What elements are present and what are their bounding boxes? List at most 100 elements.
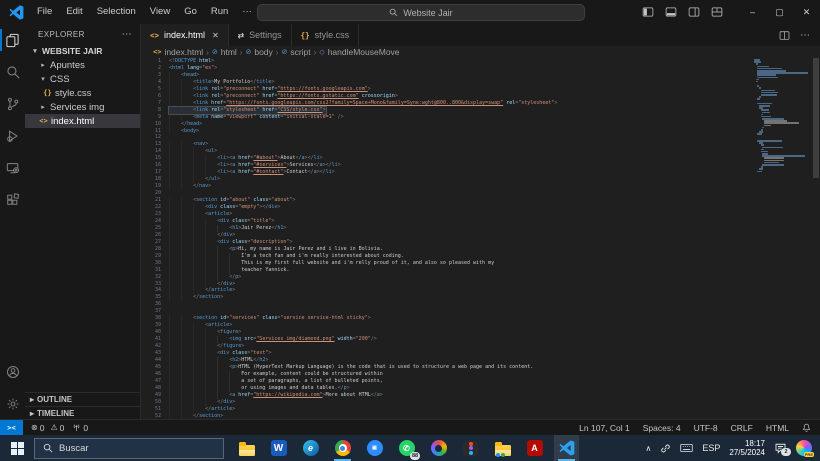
code-line[interactable]: 41<img src="Services img/diamond.png" wi… — [141, 336, 820, 343]
tree-root-website-jair[interactable]: ▾ WEBSITE JAIR — [25, 44, 140, 58]
code-line[interactable]: 12 — [141, 134, 820, 141]
code-line[interactable]: 40<figure> — [141, 329, 820, 336]
tree-item-style-css[interactable]: {} style.css — [25, 86, 140, 100]
minimize-button[interactable]: – — [739, 0, 766, 24]
code-line[interactable]: 29I'm a tech fan and i'm really interest… — [141, 253, 820, 260]
split-editor-icon[interactable] — [779, 30, 790, 41]
code-line[interactable]: 44<h2>HTML</h2> — [141, 357, 820, 364]
code-line[interactable]: 30This is my first full website and i'm … — [141, 260, 820, 267]
timeline-panel-header[interactable]: ▸ TIMELINE — [25, 406, 140, 420]
tab-style-css[interactable]: {} style.css — [292, 24, 360, 46]
tab-settings[interactable]: ⇄ Settings — [229, 24, 292, 46]
toggle-secondary-sidebar-icon[interactable] — [688, 6, 700, 18]
code-line[interactable]: 9<meta name="viewport" content="initial-… — [141, 114, 820, 121]
search-sidebar-icon[interactable] — [0, 56, 25, 88]
code-line[interactable]: 3<head> — [141, 72, 820, 79]
copilot-icon[interactable]: PRE — [796, 440, 812, 456]
tree-item-css[interactable]: ▾ CSS — [25, 72, 140, 86]
menu-view[interactable]: View — [143, 3, 177, 21]
vscode-taskbar-icon[interactable] — [554, 435, 579, 461]
code-line[interactable]: 5<link rel="preconnect" href="https://fo… — [141, 86, 820, 93]
code-line[interactable]: 8<link rel="stylesheet" href="CSS/style.… — [141, 107, 820, 114]
cursor-position[interactable]: Ln 107, Col 1 — [579, 423, 630, 433]
code-line[interactable]: 50</div> — [141, 399, 820, 406]
taskbar-search[interactable]: Buscar — [34, 438, 224, 459]
accounts-icon[interactable] — [0, 356, 25, 388]
code-line[interactable]: 45<p>HTML (HyperText Markup Language) is… — [141, 364, 820, 371]
command-center-search[interactable]: Website Jair — [257, 4, 585, 21]
close-tab-icon[interactable]: ✕ — [212, 31, 219, 40]
problems-indicator[interactable]: ⊗ 0 ⚠ 0 — [31, 423, 64, 433]
language-indicator[interactable]: ESP — [702, 443, 720, 453]
zoom-icon[interactable]: ▣ — [362, 435, 387, 461]
breadcrumb-body[interactable]: body — [254, 47, 272, 57]
code-line[interactable]: 42</figure> — [141, 343, 820, 350]
language-mode[interactable]: HTML — [766, 423, 789, 433]
word-icon[interactable]: W — [266, 435, 291, 461]
editor-more-actions-icon[interactable]: ⋯ — [800, 30, 810, 41]
eol-sequence[interactable]: CRLF — [731, 423, 753, 433]
menu-more[interactable]: ··· — [235, 3, 259, 21]
customize-layout-icon[interactable] — [711, 6, 723, 18]
code-line[interactable]: 19</nav> — [141, 183, 820, 190]
code-line[interactable]: 39<article> — [141, 322, 820, 329]
breadcrumb-script[interactable]: script — [290, 47, 310, 57]
code-line[interactable]: 34</article> — [141, 287, 820, 294]
outline-panel-header[interactable]: ▸ OUTLINE — [25, 392, 140, 406]
minimap[interactable] — [754, 59, 812, 420]
code-line[interactable]: 18</ul> — [141, 176, 820, 183]
code-line[interactable]: 26</div> — [141, 232, 820, 239]
encoding[interactable]: UTF-8 — [694, 423, 718, 433]
code-line[interactable]: 16<li><a href="#services">Services</a></… — [141, 162, 820, 169]
menu-run[interactable]: Run — [204, 3, 235, 21]
code-line[interactable]: 47a set of paragraphs, a list of bullete… — [141, 378, 820, 385]
code-line[interactable]: 31teacher Yannick. — [141, 267, 820, 274]
tray-link-icon[interactable] — [660, 443, 671, 454]
tree-item-index-html[interactable]: <> index.html — [25, 114, 140, 128]
notifications-icon[interactable]: 2 — [774, 442, 787, 454]
code-line[interactable]: 36 — [141, 301, 820, 308]
code-line[interactable]: 4<title>My Portfolio</title> — [141, 79, 820, 86]
code-line[interactable]: 25<h1>Jair Perez</h1> — [141, 225, 820, 232]
code-line[interactable]: 49<a href="https://wikipedia.com">More a… — [141, 392, 820, 399]
shared-folder-icon[interactable] — [490, 435, 515, 461]
menu-edit[interactable]: Edit — [59, 3, 89, 21]
code-line[interactable]: 35</section> — [141, 294, 820, 301]
code-line[interactable]: 24<div class="title"> — [141, 218, 820, 225]
source-control-icon[interactable] — [0, 88, 25, 120]
explorer-icon[interactable] — [0, 24, 25, 56]
menu-selection[interactable]: Selection — [90, 3, 143, 21]
tab-index-html[interactable]: <> index.html ✕ — [141, 24, 229, 46]
code-line[interactable]: 38<section id="services" class="service … — [141, 315, 820, 322]
close-button[interactable]: ✕ — [793, 0, 820, 24]
whatsapp-icon[interactable]: ✆ 88 — [394, 435, 419, 461]
chrome-icon[interactable] — [330, 435, 355, 461]
code-line[interactable]: 51</article> — [141, 406, 820, 413]
remote-indicator[interactable]: >< — [0, 420, 23, 435]
breadcrumb-function[interactable]: handleMouseMove — [328, 47, 400, 57]
code-line[interactable]: 23<article> — [141, 211, 820, 218]
breadcrumb-html[interactable]: html — [221, 47, 237, 57]
extensions-icon[interactable] — [0, 184, 25, 216]
code-line[interactable]: 33</div> — [141, 281, 820, 288]
code-line[interactable]: 11<body> — [141, 128, 820, 135]
restore-button[interactable]: ▢ — [766, 0, 793, 24]
code-editor[interactable]: 1<!DOCTYPE html>2<html lang="es">3<head>… — [141, 58, 820, 420]
scrollbar-thumb[interactable] — [813, 58, 819, 178]
editor-scrollbar[interactable] — [812, 58, 820, 420]
code-line[interactable]: 46For example, content could be structur… — [141, 371, 820, 378]
toggle-sidebar-icon[interactable] — [642, 6, 654, 18]
clock[interactable]: 18:17 27/5/2024 — [729, 439, 765, 457]
code-line[interactable]: 10</head> — [141, 121, 820, 128]
file-explorer-icon[interactable] — [234, 435, 259, 461]
code-line[interactable]: 48or using images and data tables.</p> — [141, 385, 820, 392]
code-line[interactable]: 28<p>Hi, my name is Jair Perez and i liv… — [141, 246, 820, 253]
code-line[interactable]: 43<div class="text"> — [141, 350, 820, 357]
touch-keyboard-icon[interactable] — [680, 443, 693, 453]
menu-file[interactable]: File — [30, 3, 59, 21]
ports-indicator[interactable]: 0 — [72, 423, 88, 433]
code-line[interactable]: 13<nav> — [141, 141, 820, 148]
breadcrumb-file[interactable]: index.html — [164, 47, 203, 57]
code-line[interactable]: 6<link rel="preconnect" href="https://fo… — [141, 93, 820, 100]
code-line[interactable]: 7<link href="https://fonts.googleapis.co… — [141, 100, 820, 107]
